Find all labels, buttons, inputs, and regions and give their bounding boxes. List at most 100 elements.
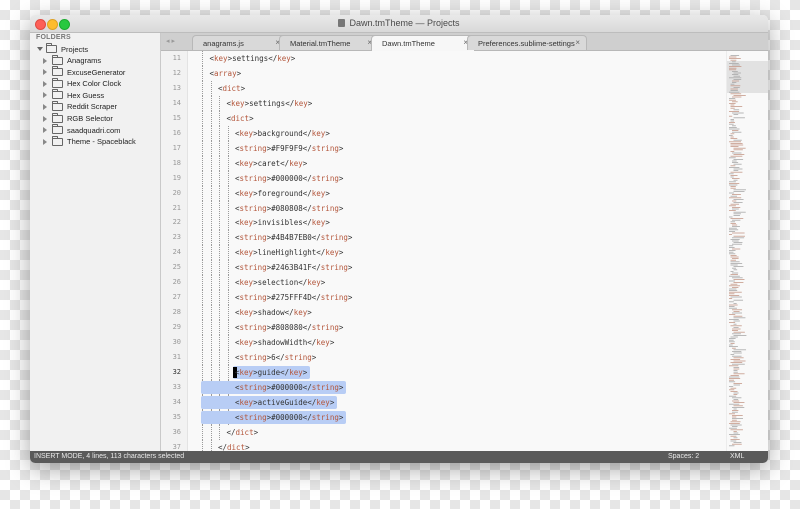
minimap-line: [733, 432, 739, 434]
indent-guide: [202, 245, 203, 261]
minimap-line: [733, 437, 738, 439]
minimap[interactable]: [726, 51, 768, 451]
indent-guide: [202, 320, 203, 336]
minimap-line: [733, 371, 738, 373]
code-line[interactable]: 27 <string>#275FFF4D</string>: [161, 290, 721, 306]
minimap-line: [729, 141, 741, 143]
disclosure-right-icon[interactable]: [43, 69, 47, 76]
minimap-line: [733, 139, 742, 141]
sidebar-folder-item[interactable]: RGB Selector: [43, 112, 113, 124]
minimap-line: [732, 312, 743, 314]
minimap-line: [729, 322, 736, 323]
code-line[interactable]: 20 <key>foreground</key>: [161, 185, 721, 201]
code-line[interactable]: 32 <key>guide</key>: [161, 364, 721, 380]
code-line[interactable]: 33 <string>#000000</string>: [161, 379, 721, 395]
code-text: <key>settings</key>: [227, 99, 313, 108]
code-line[interactable]: 24 <key>lineHighlight</key>: [161, 245, 721, 261]
disclosure-right-icon[interactable]: [43, 138, 47, 145]
code-line[interactable]: 22 <key>invisibles</key>: [161, 215, 721, 231]
code-line[interactable]: 12 <array>: [161, 65, 721, 81]
minimap-line: [730, 171, 743, 173]
code-line[interactable]: 11 <key>settings</key>: [161, 51, 721, 66]
disclosure-down-icon[interactable]: [37, 47, 43, 51]
sidebar-folder-item[interactable]: Hex Guess: [43, 89, 104, 101]
disclosure-right-icon[interactable]: [43, 103, 47, 110]
code-token: >: [240, 83, 246, 93]
indent-guide: [227, 260, 229, 276]
project-folder[interactable]: Projects: [37, 43, 88, 55]
code-line[interactable]: 34 <key>activeGuide</key>: [161, 394, 721, 410]
code-line[interactable]: 23 <string>#4B4B7EB0</string>: [161, 230, 721, 246]
minimap-line: [733, 87, 740, 88]
sidebar-folder-item[interactable]: ExcuseGenerator: [43, 66, 125, 78]
code-text: <key>lineHighlight</key>: [235, 248, 343, 257]
sidebar-folder-item[interactable]: saadquadri.com: [43, 124, 120, 136]
code-editor[interactable]: 11 <key>settings</key> 12 <array> 13 <dict> 14…: [161, 51, 768, 451]
editor-tab[interactable]: anagrams.js ×: [192, 35, 287, 50]
code-line[interactable]: 36 </dict>: [161, 424, 721, 440]
indent-guide: [227, 245, 229, 261]
code-line[interactable]: 26 <key>selection</key>: [161, 275, 721, 291]
code-line[interactable]: 21 <string>#080808</string>: [161, 200, 721, 216]
code-text: </dict>: [227, 428, 259, 437]
line-number: 29: [172, 323, 181, 332]
minimap-line: [733, 109, 740, 111]
minimap-line: [730, 195, 738, 197]
minimap-line: [733, 149, 743, 151]
disclosure-right-icon[interactable]: [43, 115, 47, 122]
code-line[interactable]: 28 <key>shadow</key>: [161, 305, 721, 321]
editor-tab[interactable]: Dawn.tmTheme ×: [371, 35, 475, 51]
disclosure-right-icon[interactable]: [43, 57, 47, 64]
code-line[interactable]: 18 <key>caret</key>: [161, 155, 721, 171]
code-line[interactable]: 30 <key>shadowWidth</key>: [161, 335, 721, 351]
minimap-line: [730, 119, 735, 120]
code-line[interactable]: 17 <string>#F9F9F9</string>: [161, 140, 721, 156]
code-line[interactable]: 13 <dict>: [161, 80, 721, 96]
code-text: <string>#4B4B7EB0</string>: [235, 233, 352, 242]
minimap-line: [729, 115, 733, 117]
tab-nav-arrows-icon[interactable]: ◂ ▸: [166, 37, 175, 45]
code-line[interactable]: 16 <key>background</key>: [161, 125, 721, 141]
minimap-line: [730, 362, 743, 363]
editor-tab[interactable]: Preferences.sublime-settings ×: [467, 35, 587, 50]
code-text: <key>guide</key>: [235, 368, 307, 377]
minimap-line: [733, 168, 743, 170]
minimap-line: [732, 96, 742, 98]
minimap-line: [732, 333, 741, 335]
minimap-line: [733, 370, 738, 371]
code-line[interactable]: 37 </dict>: [161, 439, 721, 451]
disclosure-right-icon[interactable]: [43, 127, 47, 134]
code-line[interactable]: 29 <string>#808080</string>: [161, 320, 721, 336]
syntax-selector[interactable]: XML: [730, 453, 744, 460]
code-line[interactable]: 14 <key>settings</key>: [161, 95, 721, 111]
editor-tab[interactable]: Material.tmTheme ×: [279, 35, 379, 50]
sidebar-folder-item[interactable]: Reddit Scraper: [43, 100, 117, 112]
minimap-line: [730, 239, 740, 240]
minimap-line: [733, 170, 739, 171]
code-line[interactable]: 31 <string>6</string>: [161, 350, 721, 365]
indentation-selector[interactable]: Spaces: 2: [668, 453, 699, 460]
indent-guide: [210, 320, 212, 336]
xml-tag-name: string: [239, 353, 267, 362]
indent-guide: [202, 95, 203, 111]
disclosure-right-icon[interactable]: [43, 80, 47, 87]
sidebar-folder-item[interactable]: Hex Color Clock: [43, 77, 121, 89]
minimap-line: [732, 410, 739, 411]
code-token: </: [218, 442, 228, 451]
sidebar-folder-item[interactable]: Anagrams: [43, 54, 101, 66]
sidebar-folder-item[interactable]: Theme - Spaceblack: [43, 135, 136, 147]
code-line[interactable]: 35 <string>#000000</string>: [161, 409, 721, 425]
code-line[interactable]: 15 <dict>: [161, 110, 721, 126]
indent-guide: [227, 364, 229, 380]
minimap-line: [729, 298, 733, 299]
minimap-line: [729, 103, 736, 104]
code-line[interactable]: 25 <string>#2463B41F</string>: [161, 260, 721, 276]
minimap-line: [733, 95, 746, 96]
minimap-line: [730, 90, 738, 91]
tab-close-icon[interactable]: ×: [575, 38, 580, 47]
xml-tag-name: string: [239, 203, 267, 213]
minimap-line: [730, 421, 741, 423]
minimap-line: [733, 213, 741, 215]
disclosure-right-icon[interactable]: [43, 92, 47, 99]
code-line[interactable]: 19 <string>#000000</string>: [161, 170, 721, 186]
